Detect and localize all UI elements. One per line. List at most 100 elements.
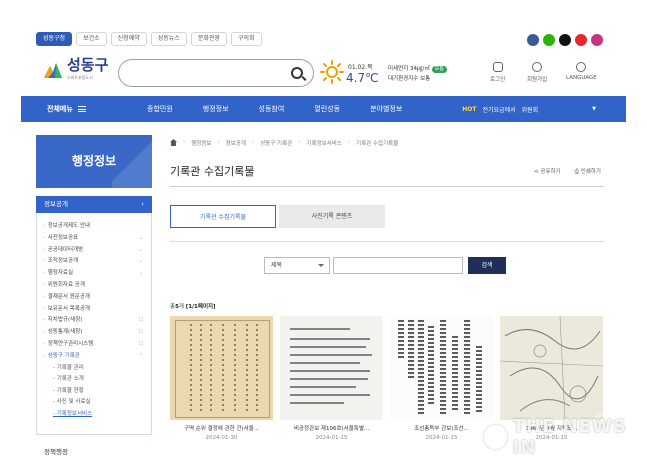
sidebar-item[interactable]: 정보공개제도 안내 [43,221,151,233]
watermark-logo-icon [484,425,507,449]
sun-icon [320,60,344,84]
youtube-icon[interactable] [575,34,587,46]
tabs-divider [170,241,604,242]
sidebar-item[interactable]: 행정자료실⌄ [43,268,151,280]
map-drawing [500,316,603,420]
share-button[interactable]: ⋖ 공유하기 [534,167,561,176]
record-card[interactable]: 구역 순위 결정에 관한 건(서울... 2024-01-30 [170,316,273,441]
sidebar-subitem[interactable]: 사진 및 사료실 [43,397,151,409]
site-logo[interactable]: 성동구 스마트포용도시 [42,58,108,81]
record-date: 2024-01-15 [425,435,458,441]
weather-date: 01.02.목 [348,64,373,71]
sidebar-subitem[interactable]: 기록물 현황 [43,386,151,398]
home-icon[interactable] [170,139,177,146]
tab-photo-contents[interactable]: 사진기록 콘텐츠 [279,205,385,228]
nav-item-1[interactable]: 행정정보 [203,104,229,114]
signup-link[interactable]: 회원가입 [527,62,547,83]
logo-text: 성동구 [67,56,109,74]
nav-item-4[interactable]: 분야별정보 [370,104,402,114]
keyword-input[interactable] [333,257,463,274]
news-watermark: THE NEWS IN [484,416,647,458]
sidebar-subitem[interactable]: 기록관 소개 [43,374,151,386]
all-menu-label: 전체메뉴 [47,105,73,113]
hamburger-icon [77,106,86,112]
search-field-select[interactable]: 제목 [264,257,330,274]
signup-label: 회원가입 [527,77,548,83]
record-date: 2024-01-30 [205,435,238,441]
sidebar-item[interactable]: 보유문서 목록공개 [43,304,151,316]
search-input[interactable] [118,59,314,87]
result-count: 총5개 [1/1페이지] [170,304,216,310]
record-card[interactable]: 비공정관보 제106호(서울특별... 2024-01-15 [280,316,383,441]
top-tab-0[interactable]: 성동구청 [36,32,73,46]
login-link[interactable]: 로그인 [490,62,505,83]
all-menu-button[interactable]: 전체메뉴 [21,104,117,114]
seongdong-logo-mark [44,62,62,78]
breadcrumb-item[interactable]: 정보공개 [226,139,246,147]
title-divider [170,186,604,187]
record-title[interactable]: 구역 순위 결정에 관한 건(서울... [170,424,273,432]
language-label: LANGUAGE [566,75,597,81]
breadcrumb-item[interactable]: 행정정보 [191,139,211,147]
sidebar-item[interactable]: 성동통계(새창)☐ [43,327,151,339]
hot-ticker[interactable]: HOT 전기요금에서 위원회 [462,105,538,114]
sidebar-item[interactable]: 자치법규(새창)☐ [43,315,151,327]
record-thumbnail[interactable] [170,316,273,420]
sidebar-section-label: 정보공개 [44,200,68,208]
hot-text: 전기요금에서 [482,106,516,114]
nav-item-0[interactable]: 종합민원 [147,104,173,114]
sidebar-subitem[interactable]: 기록물 관리 [43,363,151,375]
language-link[interactable]: LANGUAGE [566,62,597,81]
air-line-2: 대기환경지수 보통 [388,76,431,82]
breadcrumb-item[interactable]: 성동구 기록관 [260,139,292,147]
chevron-right-icon: › [141,200,144,208]
sidebar-item[interactable]: 정책연구관리시스템☐ [43,339,151,351]
sidebar-next-section[interactable]: 정책행정 [44,446,68,456]
nav-item-3[interactable]: 열린성동 [314,104,340,114]
top-tab-2[interactable]: 신청예약 [110,32,147,46]
sidebar-title: 행정정보 [36,135,152,188]
content-tabs: 기록관 수집기록물 사진기록 콘텐츠 [170,205,385,228]
globe-icon [576,62,587,72]
search-button[interactable]: 검색 [468,257,506,274]
record-thumbnail[interactable] [390,316,493,420]
sidebar-menu: 정보공개제도 안내 사전정보공표⌄ 공공데이터개방⌄ 조직정보공개⌄ 행정자료실… [36,213,152,435]
record-thumbnail[interactable] [500,316,603,420]
instagram-icon[interactable] [591,34,603,46]
ticker-dropdown-icon[interactable]: ▼ [592,106,596,112]
sidebar-item[interactable]: 결재문서 원문공개 [43,292,151,304]
sidebar-item[interactable]: 위원회자료 공개 [43,280,151,292]
sidebar-item[interactable]: 공공데이터개방⌄ [43,245,151,257]
tab-collected-records[interactable]: 기록관 수집기록물 [170,205,276,228]
sidebar-item[interactable]: 조직정보공개⌄ [43,256,151,268]
sidebar-subitem-current[interactable]: 기록정보서비스 [43,409,151,421]
record-date: 2024-01-15 [315,435,348,441]
breadcrumb-item: 기록관 수집기록물 [356,141,399,147]
page-title: 기록관 수집기록물 [170,165,255,178]
record-title[interactable]: 비공정관보 제106호(서울특별... [280,424,383,432]
main-nav: 전체메뉴 종합민원 행정정보 성동참여 열린성동 분야별정보 HOT 전기요금에서… [21,96,626,122]
record-thumbnail[interactable] [280,316,383,420]
sidebar-section-header[interactable]: 정보공개 › [36,196,152,213]
sidebar-item[interactable]: 사전정보공표⌄ [43,233,151,245]
sidebar-item-archive[interactable]: 성동구 기록관⌃ [43,351,151,363]
top-tab-1[interactable]: 보건소 [76,32,107,46]
air-quality: 미세먼지 34㎍/㎥ 보통 대기환경지수 보통 [388,64,447,84]
weather-temp: 4.7℃ [346,71,379,85]
record-card[interactable]: 조선총독부 관보(조선... 2024-01-15 [390,316,493,441]
facebook-icon[interactable] [527,34,539,46]
print-button[interactable]: ⎙ 인쇄하기 [575,167,601,176]
sns-links [527,34,603,46]
logo-subtitle: 스마트포용도시 [67,75,93,80]
hot-badge: 위원회 [521,106,539,114]
user-icon [532,62,543,72]
nav-item-2[interactable]: 성동참여 [259,104,285,114]
top-tab-3[interactable]: 성동뉴스 [150,32,187,46]
breadcrumb-item[interactable]: 기록정보서비스 [306,139,341,147]
top-tab-4[interactable]: 문화관광 [190,32,227,46]
top-tab-5[interactable]: 구의회 [230,32,262,46]
record-title[interactable]: 조선총독부 관보(조선... [390,424,493,432]
x-icon[interactable] [559,34,571,46]
blog-icon[interactable] [543,34,555,46]
search-icon[interactable] [291,67,303,79]
